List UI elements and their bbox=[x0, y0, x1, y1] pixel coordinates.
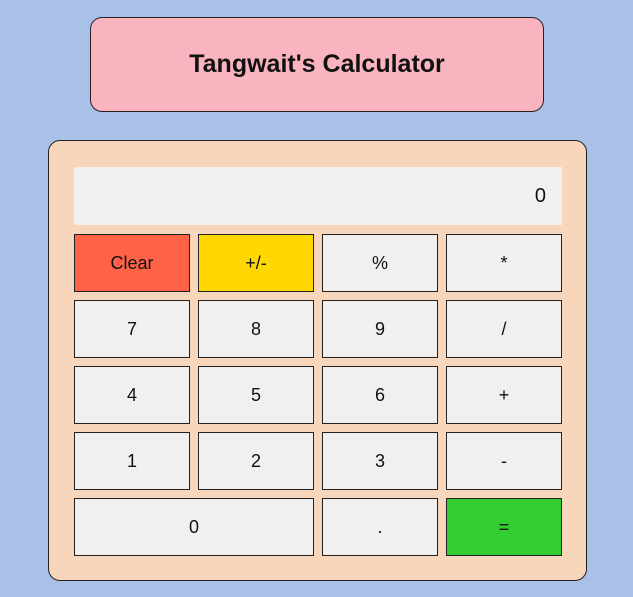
divide-button[interactable]: / bbox=[446, 300, 562, 358]
calculator-display: 0 bbox=[74, 167, 562, 225]
digit-4-button[interactable]: 4 bbox=[74, 366, 190, 424]
digit-9-button[interactable]: 9 bbox=[322, 300, 438, 358]
calculator: 0 Clear +/- % * 7 8 9 / 4 5 6 + 1 2 3 - … bbox=[48, 140, 587, 581]
plus-minus-button[interactable]: +/- bbox=[198, 234, 314, 292]
digit-2-button[interactable]: 2 bbox=[198, 432, 314, 490]
digit-0-button[interactable]: 0 bbox=[74, 498, 314, 556]
page-title: Tangwait's Calculator bbox=[189, 50, 445, 78]
clear-button[interactable]: Clear bbox=[74, 234, 190, 292]
percent-button[interactable]: % bbox=[322, 234, 438, 292]
equals-button[interactable]: = bbox=[446, 498, 562, 556]
digit-8-button[interactable]: 8 bbox=[198, 300, 314, 358]
digit-7-button[interactable]: 7 bbox=[74, 300, 190, 358]
decimal-button[interactable]: . bbox=[322, 498, 438, 556]
digit-5-button[interactable]: 5 bbox=[198, 366, 314, 424]
display-value: 0 bbox=[534, 184, 546, 207]
subtract-button[interactable]: - bbox=[446, 432, 562, 490]
add-button[interactable]: + bbox=[446, 366, 562, 424]
multiply-button[interactable]: * bbox=[446, 234, 562, 292]
digit-6-button[interactable]: 6 bbox=[322, 366, 438, 424]
digit-1-button[interactable]: 1 bbox=[74, 432, 190, 490]
digit-3-button[interactable]: 3 bbox=[322, 432, 438, 490]
title-banner: Tangwait's Calculator bbox=[90, 17, 544, 112]
keypad: Clear +/- % * 7 8 9 / 4 5 6 + 1 2 3 - 0 … bbox=[74, 234, 562, 556]
